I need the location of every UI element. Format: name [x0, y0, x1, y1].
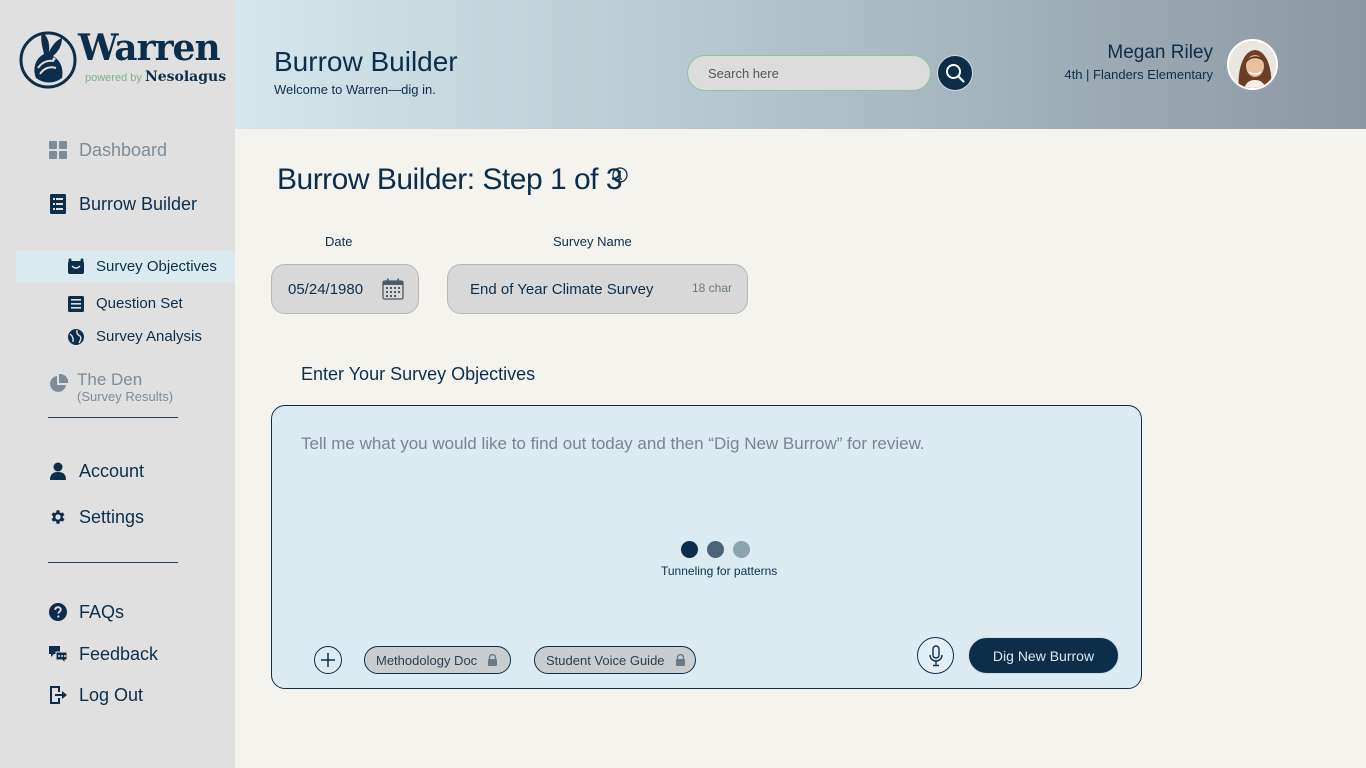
sidebar-item-settings[interactable]: Settings [48, 504, 144, 530]
sidebar-subitem-label: Survey Analysis [96, 328, 202, 345]
plus-icon [321, 653, 335, 667]
page-title: Burrow Builder: Step 1 of 3 [277, 163, 623, 196]
user-role: 4th | Flanders Elementary [1064, 67, 1213, 82]
logout-icon [48, 685, 68, 705]
grid-icon [48, 140, 68, 160]
sidebar-item-label: Feedback [79, 643, 159, 664]
brand-name: Warren [78, 27, 221, 69]
sidebar: Warren powered by Nesolagus Dashboard Bu… [0, 0, 235, 768]
sidebar-item-label: FAQs [79, 601, 125, 622]
user-icon [48, 461, 68, 481]
sidebar-item-label: The Den [77, 370, 143, 389]
objectives-placeholder: Tell me what you would like to find out … [301, 434, 925, 453]
sidebar-subitem-label: Question Set [96, 295, 183, 312]
globe-chart-icon [67, 328, 85, 346]
loading-dot [733, 541, 750, 558]
user-photo-icon [1229, 41, 1276, 88]
question-circle-icon [48, 602, 68, 622]
avatar[interactable] [1227, 39, 1278, 90]
lock-icon [675, 654, 685, 666]
sidebar-item-sublabel: (Survey Results) [77, 389, 174, 404]
sidebar-item-label: Log Out [79, 684, 144, 705]
lock-icon [488, 654, 498, 666]
objectives-textarea[interactable]: Tell me what you would like to find out … [271, 405, 1142, 689]
loading-indicator [681, 541, 750, 558]
warren-logo[interactable]: Warren powered by Nesolagus [18, 26, 226, 92]
rabbit-logo-icon [19, 31, 77, 89]
sidebar-subitem-label: Survey Objectives [96, 258, 217, 275]
dig-new-burrow-button[interactable]: Dig New Burrow [968, 637, 1119, 674]
microphone-icon [928, 644, 943, 666]
search-input[interactable] [687, 55, 931, 91]
add-attachment-button[interactable] [314, 646, 342, 674]
sidebar-item-faqs[interactable]: FAQs [48, 599, 124, 625]
sidebar-item-label: Settings [79, 506, 145, 527]
sidebar-item-logout[interactable]: Log Out [48, 682, 143, 708]
chat-bubbles-icon [48, 644, 68, 664]
sidebar-item-label: Dashboard [79, 139, 168, 160]
sidebar-divider [48, 417, 178, 418]
date-label: Date [325, 234, 353, 249]
sidebar-item-the-den[interactable]: The Den (Survey Results) [48, 370, 173, 404]
chip-label: Student Voice Guide [546, 652, 665, 668]
sidebar-item-burrow-builder[interactable]: Burrow Builder [48, 191, 197, 217]
sidebar-item-label: Account [79, 460, 145, 481]
sidebar-subitem-survey-analysis[interactable]: Survey Analysis [16, 321, 235, 352]
sidebar-subitem-question-set[interactable]: Question Set [16, 288, 235, 319]
header-title: Burrow Builder [274, 46, 458, 77]
loading-text: Tunneling for patterns [661, 564, 778, 578]
target-chat-icon [67, 258, 85, 276]
sidebar-item-label: Burrow Builder [79, 193, 198, 214]
powered-by: powered by Nesolagus [85, 70, 226, 85]
survey-name-field[interactable]: End of Year Climate Survey 18 char [447, 264, 748, 314]
header: Burrow Builder Welcome to Warren—dig in.… [235, 0, 1366, 129]
student-voice-guide-chip[interactable]: Student Voice Guide [534, 646, 696, 674]
list-document-icon [48, 194, 68, 214]
loading-dot [707, 541, 724, 558]
info-icon[interactable] [612, 167, 628, 183]
microphone-button[interactable] [917, 637, 954, 674]
calendar-icon[interactable] [382, 278, 404, 300]
methodology-doc-chip[interactable]: Methodology Doc [364, 646, 511, 674]
powered-by-company: Nesolagus [144, 69, 227, 85]
date-value: 05/24/1980 [288, 280, 364, 298]
sidebar-divider [48, 562, 178, 563]
pie-chart-icon [48, 373, 69, 394]
user-name: Megan Riley [1107, 42, 1213, 63]
loading-dot [681, 541, 698, 558]
gear-icon [48, 507, 68, 527]
sidebar-item-feedback[interactable]: Feedback [48, 641, 158, 667]
search-icon [946, 64, 965, 83]
sidebar-item-account[interactable]: Account [48, 458, 144, 484]
objectives-label: Enter Your Survey Objectives [301, 364, 536, 384]
date-field[interactable]: 05/24/1980 [271, 264, 419, 314]
chip-label: Methodology Doc [376, 652, 478, 668]
search-button[interactable] [937, 55, 973, 91]
header-subtitle: Welcome to Warren—dig in. [274, 82, 436, 97]
character-count: 18 char [691, 281, 732, 295]
sidebar-subitem-survey-objectives[interactable]: Survey Objectives [16, 251, 235, 282]
sidebar-item-dashboard[interactable]: Dashboard [48, 137, 167, 163]
survey-name-label: Survey Name [553, 234, 632, 249]
powered-by-prefix: powered by [85, 72, 142, 84]
survey-name-value: End of Year Climate Survey [470, 280, 654, 298]
checklist-icon [67, 295, 85, 313]
